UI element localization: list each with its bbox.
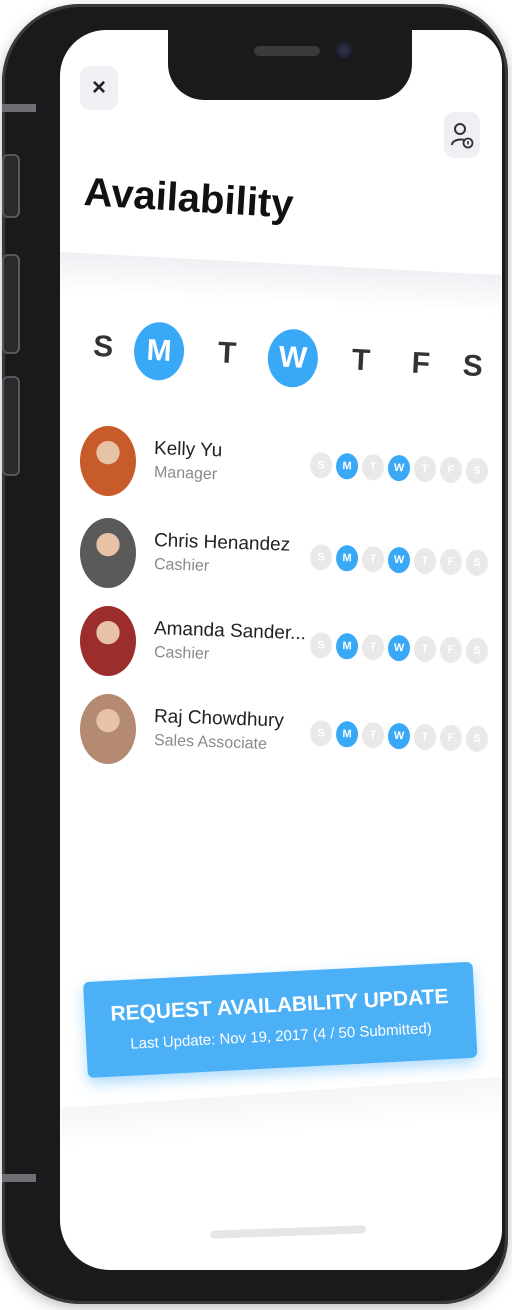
day-toggle[interactable]: W (266, 327, 320, 389)
home-indicator[interactable] (209, 1225, 367, 1239)
header-divider (60, 252, 502, 316)
employee-availability-days: SMTWTFS (309, 632, 490, 668)
phone-mockup: × Availability SMTWTFS Kelly Yu Manager S M… (0, 0, 512, 1310)
availability-day-indicator: T (361, 545, 385, 573)
employee-role: Cashier (153, 644, 210, 663)
employee-name: Raj Chowdhury (153, 706, 285, 732)
avatar (80, 426, 136, 496)
availability-day-indicator: W (387, 634, 411, 662)
user-info-icon (451, 123, 474, 149)
mute-switch (2, 154, 20, 218)
phone-frame: × Availability SMTWTFS Kelly Yu Manager S M… (2, 4, 508, 1304)
availability-day-indicator: S (309, 452, 333, 479)
availability-day-indicator: S (309, 720, 333, 747)
availability-day-indicator: W (387, 722, 411, 750)
employee-row[interactable]: Chris Henandez Cashier S M T W T F S (76, 514, 496, 594)
availability-day-indicator: T (413, 635, 437, 663)
app-screen: × Availability SMTWTFS Kelly Yu Manager S M… (60, 30, 502, 1270)
employee-role: Cashier (153, 556, 210, 575)
antenna-band (2, 1174, 36, 1182)
availability-day-indicator: T (413, 455, 437, 483)
employee-name: Amanda Sander... (153, 618, 307, 645)
employee-availability-days: SMTWTFS (309, 720, 490, 756)
volume-up-button (2, 254, 20, 354)
availability-day-indicator: S (465, 457, 489, 485)
availability-day-indicator: S (465, 725, 489, 753)
front-camera (336, 42, 352, 58)
close-button[interactable]: × (80, 66, 118, 110)
availability-day-indicator: M (335, 632, 359, 660)
availability-day-indicator: M (335, 720, 359, 748)
availability-day-indicator: F (439, 456, 463, 484)
request-availability-button[interactable]: REQUEST AVAILABILITY UPDATE Last Update:… (82, 961, 478, 1078)
day-toggle[interactable]: M (132, 320, 186, 382)
week-day-selector: SMTWTFS (76, 310, 490, 411)
availability-day-indicator: S (465, 637, 489, 665)
availability-day-indicator: W (387, 546, 411, 574)
availability-day-indicator: S (465, 549, 489, 577)
day-toggle[interactable]: F (394, 335, 447, 394)
day-toggle[interactable]: S (446, 337, 499, 396)
notch (168, 30, 412, 100)
profile-info-button[interactable] (444, 112, 480, 158)
close-icon: × (91, 74, 106, 101)
avatar (80, 694, 136, 764)
availability-day-indicator: F (439, 724, 463, 752)
availability-day-indicator: T (361, 633, 385, 661)
availability-day-indicator: W (387, 454, 411, 482)
employee-availability-days: SMTWTFS (309, 544, 490, 580)
speaker-grille (254, 46, 320, 56)
employee-name: Chris Henandez (153, 530, 291, 556)
availability-day-indicator: F (439, 548, 463, 576)
availability-day-indicator: M (335, 452, 359, 480)
employee-role: Manager (153, 464, 218, 484)
employee-row[interactable]: Amanda Sander... Cashier S M T W T F S (76, 602, 496, 682)
availability-day-indicator: T (361, 721, 385, 749)
day-toggle[interactable]: T (334, 332, 387, 391)
day-toggle[interactable]: S (77, 318, 130, 377)
employee-availability-days: SMTWTFS (309, 452, 490, 488)
volume-down-button (2, 376, 20, 476)
employee-name: Kelly Yu (153, 438, 223, 462)
employee-row[interactable]: Raj Chowdhury Sales Associate S M T W T F S (76, 690, 496, 770)
availability-day-indicator: S (309, 544, 333, 571)
availability-day-indicator: T (361, 453, 385, 481)
avatar (80, 606, 136, 676)
employee-row[interactable]: Kelly Yu Manager S M T W T F S (76, 422, 496, 502)
day-toggle[interactable]: T (201, 325, 254, 384)
availability-day-indicator: F (439, 636, 463, 664)
antenna-band (2, 104, 36, 112)
page-title: Availability (82, 170, 295, 227)
availability-day-indicator: T (413, 723, 437, 751)
employee-role: Sales Associate (153, 732, 268, 753)
availability-day-indicator: S (309, 632, 333, 659)
footer-divider (60, 1077, 502, 1148)
avatar (80, 518, 136, 588)
availability-day-indicator: M (335, 544, 359, 572)
availability-day-indicator: T (413, 547, 437, 575)
